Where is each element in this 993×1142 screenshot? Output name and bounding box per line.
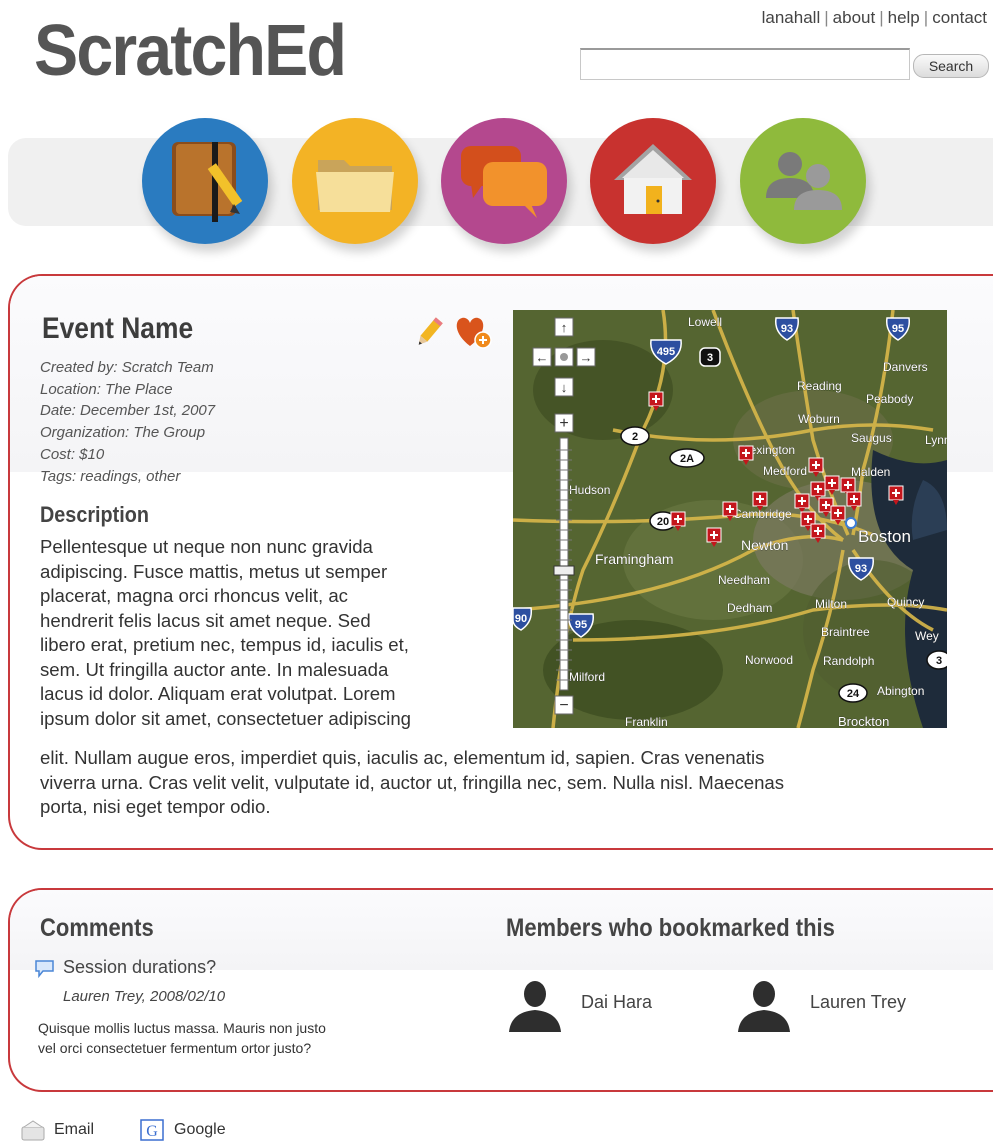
map-canvas: Lowell Reading Peabody Danvers Woburn Sa… xyxy=(513,310,947,728)
notebook-icon xyxy=(172,142,243,222)
bookmark-heart-icon[interactable] xyxy=(452,314,494,350)
svg-text:G: G xyxy=(146,1123,158,1140)
scratched-logo[interactable]: ScratchEd xyxy=(34,10,347,92)
map-label-peabody: Peabody xyxy=(866,392,913,406)
contact-link[interactable]: contact xyxy=(932,8,987,27)
event-map[interactable]: Lowell Reading Peabody Danvers Woburn Sa… xyxy=(513,310,947,728)
map-label-framingham: Framingham xyxy=(595,551,674,567)
map-label-boston: Boston xyxy=(858,527,911,546)
description-text-continued: elit. Nullam augue eros, imperdiet quis,… xyxy=(40,747,785,817)
map-label-abington: Abington xyxy=(877,684,924,698)
member-name[interactable]: Dai Hara xyxy=(581,992,652,1013)
svg-text:−: − xyxy=(559,697,568,714)
map-label-lowell: Lowell xyxy=(688,315,722,329)
folder-icon xyxy=(316,160,394,212)
map-label-danvers: Danvers xyxy=(883,360,928,374)
event-organization: Organization: The Group xyxy=(40,424,206,442)
map-label-milton: Milton xyxy=(815,597,847,611)
svg-text:↓: ↓ xyxy=(561,380,568,395)
svg-text:+: + xyxy=(559,415,568,432)
zoom-slider-handle[interactable] xyxy=(553,565,575,576)
home-nav-button[interactable] xyxy=(590,118,716,244)
map-label-quincy: Quincy xyxy=(887,595,924,609)
map-label-saugus: Saugus xyxy=(851,431,892,445)
map-label-franklin: Franklin xyxy=(625,715,668,728)
event-date: Date: December 1st, 2007 xyxy=(40,402,216,420)
comment-body: Quisque mollis luctus massa. Mauris non … xyxy=(38,1020,326,1056)
map-label-braintree: Braintree xyxy=(821,625,870,639)
map-label-randolph: Randolph xyxy=(823,654,874,668)
comment-author-date: Lauren Trey, 2008/02/10 xyxy=(63,988,226,1005)
map-label-woburn: Woburn xyxy=(798,412,840,426)
map-label-lynn: Lynn xyxy=(925,433,947,447)
shield-i90: 90 xyxy=(515,613,527,625)
user-link[interactable]: lanahall xyxy=(762,8,821,27)
comments-heading: Comments xyxy=(40,914,154,942)
map-label-needham: Needham xyxy=(718,573,770,587)
shield-i495: 495 xyxy=(657,346,675,358)
member-name[interactable]: Lauren Trey xyxy=(810,992,906,1013)
event-cost: Cost: $10 xyxy=(40,445,105,463)
people-nav-button[interactable] xyxy=(740,118,866,244)
shield-r24: 24 xyxy=(847,688,860,700)
edit-pencil-icon[interactable] xyxy=(412,316,444,350)
map-label-newton: Newton xyxy=(741,537,788,553)
notebook-nav-button[interactable] xyxy=(142,118,268,244)
google-icon: G xyxy=(140,1119,164,1141)
shield-i93-south: 93 xyxy=(855,563,867,575)
event-tags: Tags: readings, other xyxy=(40,467,181,485)
shield-i95-south: 95 xyxy=(575,619,587,631)
svg-text:←: ← xyxy=(536,350,549,365)
top-links: lanahall | about | help | contact xyxy=(761,8,987,27)
svg-text:→: → xyxy=(580,350,593,365)
map-label-reading: Reading xyxy=(797,379,842,393)
about-link[interactable]: about xyxy=(833,8,876,27)
event-created-by: Created by: Scratch Team xyxy=(40,359,214,376)
search-input[interactable] xyxy=(580,48,910,80)
shield-r20: 20 xyxy=(657,516,669,528)
event-title: Event Name xyxy=(42,312,194,345)
shield-i95: 95 xyxy=(892,323,904,335)
shield-i93: 93 xyxy=(781,323,793,335)
share-google-link[interactable]: G Google xyxy=(140,1119,226,1141)
folder-nav-button[interactable] xyxy=(292,118,418,244)
shield-r2: 2 xyxy=(632,431,638,443)
speech-bubble-icon xyxy=(35,960,54,979)
avatar xyxy=(734,972,794,1032)
comment-title-link[interactable]: Session durations? xyxy=(63,957,216,978)
map-label-medford: Medford xyxy=(763,464,807,478)
map-label-cambridge: Cambridge xyxy=(733,507,792,521)
avatar xyxy=(505,972,565,1032)
map-label-norwood: Norwood xyxy=(745,653,793,667)
shield-r3-south: 3 xyxy=(936,655,942,667)
description-text: Pellentesque ut neque non nunc gravida a… xyxy=(40,536,412,729)
search-button[interactable]: Search xyxy=(913,54,989,78)
description-heading: Description xyxy=(40,502,149,527)
event-details: Created by: Scratch Team Location: The P… xyxy=(40,357,215,487)
map-label-hudson: Hudson xyxy=(569,483,610,497)
shield-r2a: 2A xyxy=(680,453,694,465)
chat-nav-button[interactable] xyxy=(441,118,567,244)
people-icon xyxy=(766,152,842,210)
event-location: Location: The Place xyxy=(40,380,173,398)
svg-text:↑: ↑ xyxy=(561,320,568,335)
members-heading: Members who bookmarked this xyxy=(506,914,835,942)
map-label-malden: Malden xyxy=(851,465,890,479)
share-email-link[interactable]: Email xyxy=(20,1119,94,1141)
chat-icon xyxy=(461,146,547,218)
help-link[interactable]: help xyxy=(888,8,920,27)
map-label-milford: Milford xyxy=(569,670,605,684)
zoom-slider[interactable] xyxy=(559,437,569,691)
map-label-dedham: Dedham xyxy=(727,601,772,615)
shield-r3: 3 xyxy=(707,352,713,364)
map-label-weymouth: Wey xyxy=(915,629,939,643)
map-label-brockton: Brockton xyxy=(838,714,889,728)
email-icon xyxy=(21,1120,45,1141)
home-icon xyxy=(614,144,692,214)
